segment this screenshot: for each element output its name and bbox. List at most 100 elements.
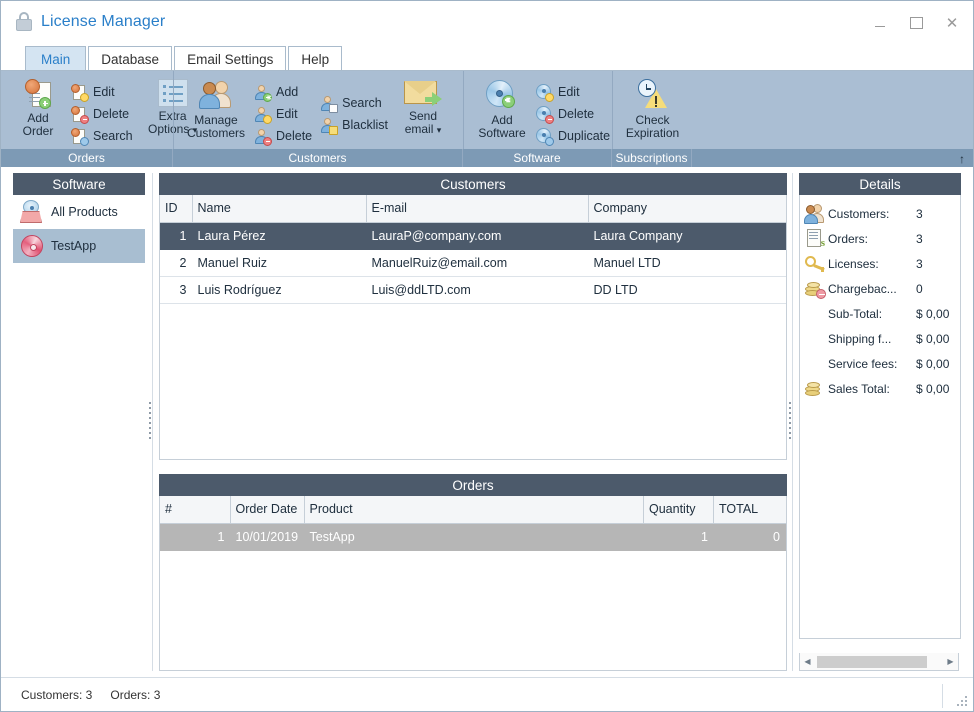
software-sidebar: Software All Products TestApp [13, 173, 145, 671]
duplicate-software-button[interactable]: Duplicate [534, 125, 616, 147]
delete-order-icon [71, 105, 89, 124]
column-header-company[interactable]: Company [588, 195, 786, 223]
delete-customer-button[interactable]: Delete [252, 125, 318, 147]
sidebar-splitter[interactable] [149, 173, 155, 671]
cell-product: TestApp [304, 523, 644, 551]
search-customer-button[interactable]: Search [318, 92, 394, 114]
column-header-order-date[interactable]: Order Date [230, 496, 305, 524]
ribbon: Add Order Edit Delete Search Extra Optio… [1, 70, 973, 167]
delete-software-icon [536, 105, 554, 124]
status-bar: Customers: 3 Orders: 3 [1, 677, 973, 711]
tab-email-settings[interactable]: Email Settings [174, 46, 287, 72]
customers-grid-body[interactable]: ID Name E-mail Company 1 Laura Pérez Lau… [159, 195, 787, 460]
customers-small-buttons-1: Add Edit Delete [252, 75, 318, 149]
details-row-service-fees: Service fees: $ 0,00 [804, 351, 956, 376]
column-header-email[interactable]: E-mail [366, 195, 589, 223]
tab-main[interactable]: Main [25, 46, 87, 72]
details-horizontal-scrollbar[interactable]: ◀ ▶ [799, 653, 959, 671]
table-row[interactable]: 2 Manuel Ruiz ManuelRuiz@email.com Manue… [160, 249, 786, 277]
column-header-id[interactable]: ID [160, 195, 193, 223]
details-panel-header: Details [799, 173, 961, 195]
details-value: $ 0,00 [916, 356, 950, 371]
details-label: Licenses: [828, 256, 879, 271]
customers-panel-header: Customers [159, 173, 787, 195]
add-order-label: Add Order [22, 111, 54, 138]
table-row[interactable]: 1 10/01/2019 TestApp 1 0 [160, 523, 786, 551]
send-email-button[interactable]: Send email ▾ [394, 75, 452, 149]
edit-software-icon [536, 83, 554, 102]
lock-icon [15, 12, 33, 32]
search-order-button[interactable]: Search [69, 125, 139, 147]
status-customers-count: Customers: 3 [21, 687, 93, 702]
check-expiration-button[interactable]: Check Expiration [619, 75, 686, 149]
chargeback-coins-icon [804, 278, 826, 300]
minimize-button[interactable] [869, 13, 891, 33]
window-controls: ✕ [869, 13, 963, 33]
group-label-orders: Orders [1, 149, 173, 167]
status-orders-count: Orders: 3 [110, 687, 161, 702]
cell-total: 0 [713, 523, 786, 551]
order-doc-icon: s [804, 228, 826, 250]
close-button[interactable]: ✕ [941, 13, 963, 33]
column-header-number[interactable]: # [160, 496, 231, 524]
details-label: Sub-Total: [828, 306, 883, 321]
column-header-total[interactable]: TOTAL [713, 496, 786, 524]
add-software-icon [485, 79, 519, 111]
manage-customers-label: Manage Customers [186, 113, 245, 140]
blacklist-customer-button[interactable]: Blacklist [318, 114, 394, 136]
scroll-right-arrow-icon[interactable]: ▶ [943, 654, 958, 670]
column-header-name[interactable]: Name [192, 195, 367, 223]
collapse-ribbon-arrow-icon[interactable]: ↑ [959, 152, 965, 166]
column-header-product[interactable]: Product [304, 496, 644, 524]
details-label: Shipping f... [828, 331, 892, 346]
send-email-label: Send email ▾ [404, 109, 442, 136]
ribbon-group-subscriptions: Check Expiration [612, 71, 692, 149]
send-email-icon [403, 79, 442, 107]
cell-name: Laura Pérez [192, 222, 366, 250]
tab-database[interactable]: Database [88, 46, 173, 72]
add-software-button[interactable]: Add Software [470, 75, 534, 149]
tab-help[interactable]: Help [288, 46, 343, 72]
sidebar-item-testapp[interactable]: TestApp [13, 229, 145, 263]
add-order-button[interactable]: Add Order [7, 75, 69, 149]
details-row-subtotal: Sub-Total: $ 0,00 [804, 301, 956, 326]
details-splitter[interactable] [789, 173, 795, 671]
edit-customer-button[interactable]: Edit [252, 103, 318, 125]
group-label-software: Software [463, 149, 612, 167]
manage-customers-button[interactable]: Manage Customers [180, 75, 252, 149]
cell-email: Luis@ddLTD.com [366, 276, 588, 304]
table-row[interactable]: 1 Laura Pérez LauraP@company.com Laura C… [160, 222, 786, 250]
check-expiration-icon [636, 79, 670, 111]
resize-grip-icon[interactable] [953, 692, 967, 706]
delete-order-button[interactable]: Delete [69, 103, 139, 125]
table-row[interactable]: 3 Luis Rodríguez Luis@ddLTD.com DD LTD [160, 276, 786, 304]
add-order-icon [25, 79, 51, 109]
orders-table: # Order Date Product Quantity TOTAL 1 10… [160, 496, 786, 551]
scrollbar-track[interactable] [815, 655, 943, 668]
column-header-quantity[interactable]: Quantity [643, 496, 714, 524]
all-products-icon [19, 199, 45, 225]
software-small-buttons: Edit Delete Duplicate [534, 75, 616, 149]
details-label: Orders: [828, 231, 869, 246]
delete-software-button[interactable]: Delete [534, 103, 616, 125]
scrollbar-thumb[interactable] [817, 655, 927, 668]
edit-order-button[interactable]: Edit [69, 81, 139, 103]
orders-panel: Orders # Order Date Product Quantity TOT… [159, 474, 787, 671]
main-content: Software All Products TestApp Customers … [1, 167, 973, 677]
blacklist-customer-icon [320, 117, 339, 135]
edit-software-button[interactable]: Edit [534, 81, 616, 103]
scroll-left-arrow-icon[interactable]: ◀ [800, 654, 815, 670]
cell-company: Laura Company [588, 222, 786, 250]
orders-grid-body[interactable]: # Order Date Product Quantity TOTAL 1 10… [159, 496, 787, 671]
add-customer-button[interactable]: Add [252, 81, 318, 103]
maximize-button[interactable] [905, 13, 927, 33]
title-bar: License Manager ✕ [1, 1, 973, 43]
group-label-customers: Customers [173, 149, 463, 167]
details-value: $ 0,00 [916, 306, 950, 321]
product-disc-icon [19, 233, 45, 259]
cell-email: ManuelRuiz@email.com [366, 249, 588, 277]
details-panel: Details Customers: 3 s Orders: 3 License… [799, 173, 961, 671]
details-label: Sales Total: [828, 381, 890, 396]
cell-email: LauraP@company.com [366, 222, 588, 250]
sidebar-item-all-products[interactable]: All Products [13, 195, 145, 229]
